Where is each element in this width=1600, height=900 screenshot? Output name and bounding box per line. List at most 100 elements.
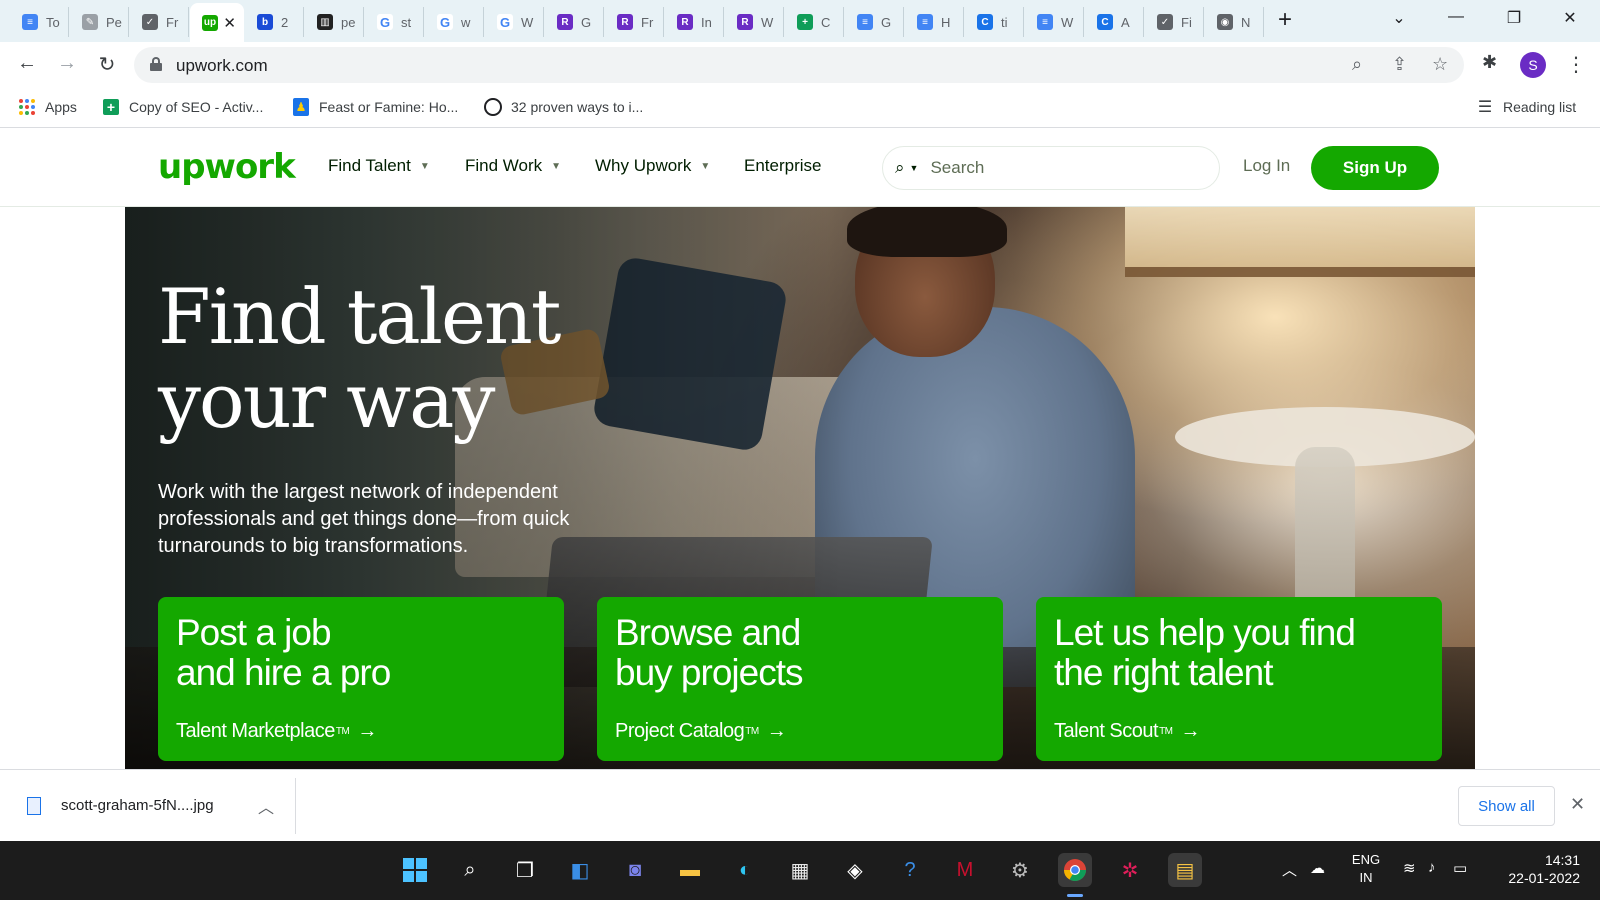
search-icon[interactable]: ⌕: [453, 853, 487, 887]
address-bar[interactable]: upwork.com ⌕ ⇪ ☆: [134, 47, 1464, 83]
reading-list[interactable]: ☰ Reading list: [1476, 98, 1576, 116]
signup-button[interactable]: Sign Up: [1311, 146, 1439, 190]
browser-tab[interactable]: ≡ G: [845, 7, 904, 37]
system-clock[interactable]: 14:31 22-01-2022: [1498, 851, 1580, 887]
show-hidden-icons-chevron[interactable]: ︿: [1282, 859, 1297, 880]
site-search[interactable]: ⌕ ▼: [882, 146, 1220, 190]
browser-tab[interactable]: GW: [485, 7, 544, 37]
zoom-icon[interactable]: ⌕: [1352, 54, 1362, 75]
browser-tab[interactable]: ≡ To: [10, 7, 69, 37]
tab-label: A: [1121, 14, 1130, 30]
bookmark-seo-sheet[interactable]: + Copy of SEO - Activ...: [102, 98, 263, 116]
browser-tab[interactable]: ≡ W: [1025, 7, 1084, 37]
browser-tab[interactable]: RW: [725, 7, 784, 37]
browser-tab[interactable]: R Fr: [605, 7, 664, 37]
show-all-button[interactable]: Show all: [1458, 786, 1555, 826]
slack-icon[interactable]: ✲: [1113, 853, 1147, 887]
browser-tab[interactable]: Gst: [365, 7, 424, 37]
widgets-icon[interactable]: ◧: [563, 853, 597, 887]
store-icon[interactable]: ▦: [783, 853, 817, 887]
browser-tab[interactable]: ✓ Fi: [1145, 7, 1204, 37]
tab-search-chevron-icon[interactable]: ⌄: [1387, 8, 1411, 28]
mcafee-icon[interactable]: M: [948, 853, 982, 887]
download-filename[interactable]: scott-graham-5fN....jpg: [61, 797, 214, 814]
clock-time: 14:31: [1544, 852, 1580, 868]
bookmark-feast-or-famine[interactable]: ♟ Feast or Famine: Ho...: [292, 98, 458, 116]
browser-tab[interactable]: R In: [665, 7, 724, 37]
hero-subtitle: Work with the largest network of indepen…: [158, 481, 570, 557]
back-arrow-icon[interactable]: ←: [15, 52, 39, 75]
browser-tab[interactable]: ✓ Fr: [130, 7, 189, 37]
chevron-up-icon[interactable]: ︿: [258, 794, 274, 818]
form-icon: ✓: [1157, 14, 1173, 30]
card-title-line: and hire a pro: [176, 652, 391, 693]
browser-tab[interactable]: Cti: [965, 7, 1024, 37]
upwork-icon: up: [202, 14, 218, 31]
login-link[interactable]: Log In: [1243, 156, 1290, 176]
language-indicator[interactable]: ENG IN: [1346, 851, 1386, 887]
docs-icon: ≡: [857, 14, 873, 30]
nav-find-work[interactable]: Find Work ▼: [465, 156, 561, 176]
apps-grid-icon: [18, 98, 36, 116]
forward-arrow-icon[interactable]: →: [55, 52, 79, 75]
card-title: Post a job and hire a pro: [176, 613, 546, 693]
windows-start-icon[interactable]: [398, 853, 432, 887]
arrow-right-icon: →: [766, 720, 787, 742]
browser-tab[interactable]: RG: [545, 7, 604, 37]
browser-tab[interactable]: + C: [785, 7, 844, 37]
talent-scout-link[interactable]: Talent Scout TM →: [1054, 720, 1201, 743]
new-tab-icon[interactable]: +: [1278, 8, 1292, 32]
tab-label: Fr: [166, 14, 179, 30]
nav-enterprise[interactable]: Enterprise: [744, 156, 821, 176]
wifi-icon[interactable]: ≋: [1403, 859, 1416, 877]
app-icon[interactable]: ◈: [838, 853, 872, 887]
bookmark-32-proven-ways[interactable]: 32 proven ways to i...: [484, 98, 643, 116]
browser-tab[interactable]: up ✕: [190, 3, 244, 42]
card-browse-projects[interactable]: Browse and buy projects Project Catalog T…: [597, 597, 1003, 761]
close-tab-icon[interactable]: ✕: [223, 14, 236, 32]
battery-icon[interactable]: ▭: [1453, 859, 1467, 877]
help-icon[interactable]: ?: [893, 853, 927, 887]
upwork-logo[interactable]: upwork: [158, 147, 296, 187]
download-shelf: scott-graham-5fN....jpg ︿ Show all ✕: [0, 769, 1600, 841]
chrome-icon[interactable]: [1058, 853, 1092, 887]
task-view-icon[interactable]: ❐: [508, 853, 542, 887]
edge-icon[interactable]: ◐: [728, 853, 762, 887]
browser-tab[interactable]: CA: [1085, 7, 1144, 37]
minimize-icon[interactable]: —: [1444, 8, 1468, 26]
project-catalog-link[interactable]: Project Catalog TM →: [615, 720, 787, 743]
browser-tab[interactable]: ≡ H: [905, 7, 964, 37]
browser-tab[interactable]: ◉ N: [1205, 7, 1264, 37]
nav-why-upwork[interactable]: Why Upwork ▼: [595, 156, 710, 176]
onedrive-cloud-icon[interactable]: ☁: [1310, 859, 1325, 877]
bookmark-star-icon[interactable]: ☆: [1432, 54, 1448, 75]
file-explorer-icon[interactable]: ▬: [673, 853, 707, 887]
card-post-a-job[interactable]: Post a job and hire a pro Talent Marketp…: [158, 597, 564, 761]
browser-tab[interactable]: b2: [245, 7, 304, 37]
card-title: Browse and buy projects: [615, 613, 985, 693]
search-icon[interactable]: ⌕: [895, 158, 905, 178]
restore-icon[interactable]: ❐: [1502, 8, 1526, 28]
close-icon[interactable]: ✕: [1570, 794, 1585, 815]
bookmark-apps[interactable]: Apps: [18, 98, 77, 116]
talent-marketplace-link[interactable]: Talent Marketplace TM →: [176, 720, 377, 743]
reload-icon[interactable]: ↻: [95, 52, 119, 77]
share-icon[interactable]: ⇪: [1392, 54, 1407, 75]
search-input[interactable]: [930, 158, 1181, 178]
browser-tab[interactable]: ✎ Pe: [70, 7, 129, 37]
browser-tab[interactable]: ▥ pe: [305, 7, 364, 37]
lock-icon[interactable]: [150, 57, 162, 71]
browser-tab[interactable]: Gw: [425, 7, 484, 37]
extensions-puzzle-icon[interactable]: ✱: [1482, 52, 1497, 73]
teams-chat-icon[interactable]: ◙: [618, 853, 652, 887]
menu-kebab-icon[interactable]: ⋮: [1566, 52, 1586, 77]
volume-icon[interactable]: ♪: [1428, 859, 1436, 876]
profile-avatar[interactable]: S: [1520, 52, 1546, 78]
chevron-down-icon: ▼: [700, 160, 711, 172]
sticky-notes-icon[interactable]: ▤: [1168, 853, 1202, 887]
card-talent-scout[interactable]: Let us help you find the right talent Ta…: [1036, 597, 1442, 761]
settings-gear-icon[interactable]: ⚙: [1003, 853, 1037, 887]
close-window-icon[interactable]: ✕: [1558, 8, 1582, 28]
search-type-dropdown-icon[interactable]: ▼: [910, 163, 919, 173]
nav-find-talent[interactable]: Find Talent ▼: [328, 156, 430, 176]
